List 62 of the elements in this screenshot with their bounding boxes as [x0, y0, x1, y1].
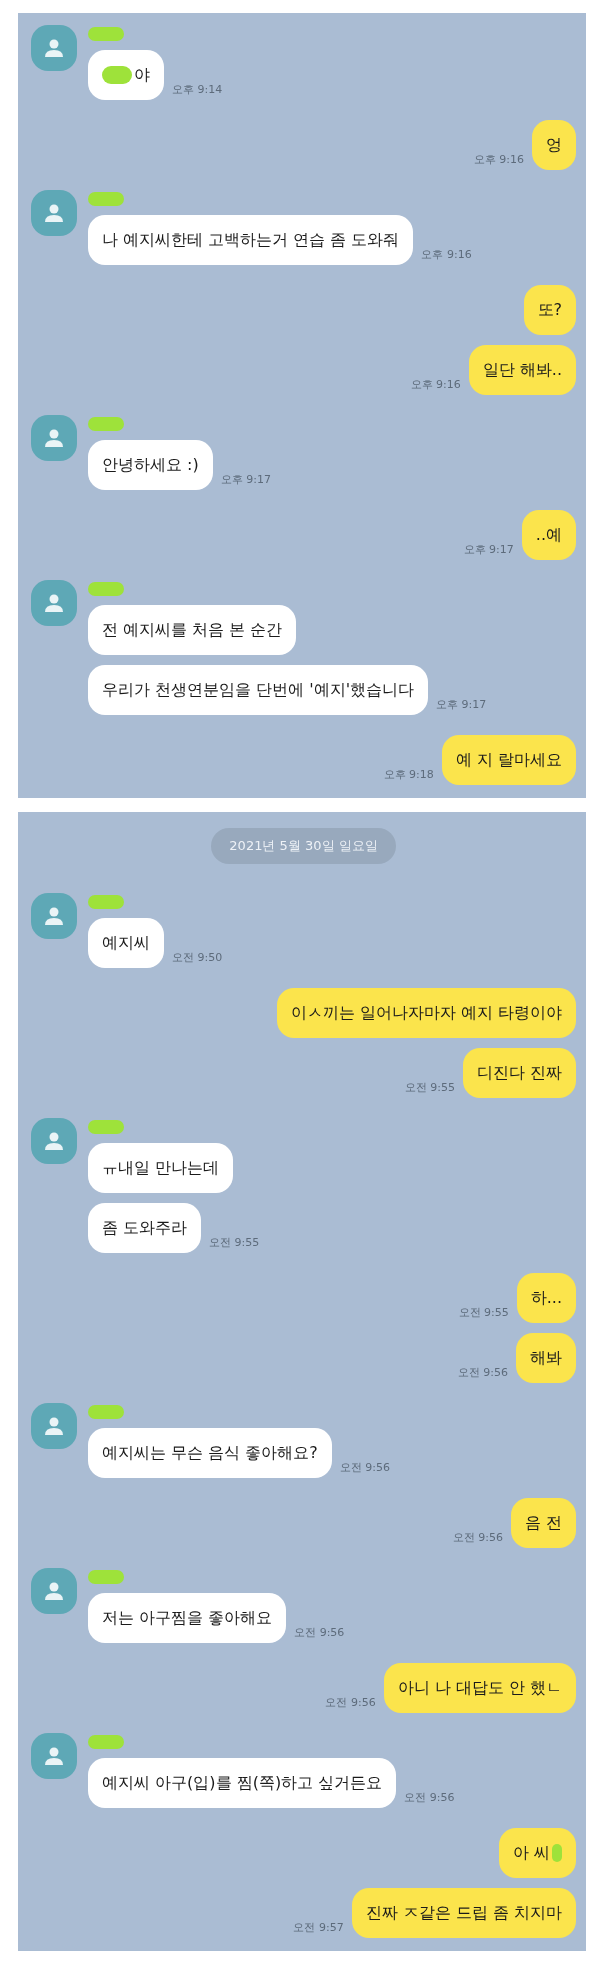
- message-time: 오전 9:57: [293, 1920, 344, 1935]
- avatar-icon[interactable]: [31, 893, 77, 939]
- message-bubble: 예지씨는 무슨 음식 좋아해요?: [88, 1428, 332, 1478]
- message-bubble: 또?: [523, 285, 576, 335]
- message-bubble: ..예: [521, 510, 576, 560]
- person-icon: [43, 427, 65, 449]
- message-bubble: 일단 해봐..: [468, 345, 576, 395]
- avatar-icon[interactable]: [31, 1733, 77, 1779]
- message-time: 오후 9:18: [383, 767, 434, 782]
- message-bubble: 해봐: [516, 1333, 576, 1383]
- message-bubble: 디진다 진짜: [462, 1048, 576, 1098]
- message-time: 오후 9:17: [436, 697, 487, 712]
- message-bubble: 하...: [516, 1273, 576, 1323]
- message-bubble: 우리가 천생연분임을 단번에 '예지'했습니다: [88, 665, 429, 715]
- message-bubble: 저는 아구찜을 좋아해요: [88, 1593, 287, 1643]
- message-bubble: 진짜 ㅈ같은 드립 좀 치지마: [351, 1888, 576, 1938]
- message-bubble: 좀 도와주라: [88, 1203, 202, 1253]
- message-bubble: 예 지 랄마세요: [441, 735, 576, 785]
- avatar-icon[interactable]: [31, 580, 77, 626]
- person-icon: [43, 37, 65, 59]
- person-icon: [43, 1745, 65, 1767]
- message-bubble: 음 전: [510, 1498, 576, 1548]
- message-time: 오전 9:55: [404, 1080, 455, 1095]
- message-bubble: 나 예지씨한테 고백하는거 연습 좀 도와줘: [88, 215, 414, 265]
- message-bubble: 이ㅅ끼는 일어나자마자 예지 타령이야: [276, 988, 576, 1038]
- message-time: 오후 9:16: [421, 247, 472, 262]
- message-bubble: 아 씨: [498, 1828, 576, 1878]
- person-icon: [43, 592, 65, 614]
- person-icon: [43, 202, 65, 224]
- person-icon: [43, 1580, 65, 1602]
- message-bubble: 예지씨: [88, 918, 164, 968]
- avatar-icon[interactable]: [31, 1568, 77, 1614]
- avatar-icon[interactable]: [31, 190, 77, 236]
- avatar-icon[interactable]: [31, 25, 77, 71]
- message-time: 오후 9:17: [220, 472, 271, 487]
- avatar-icon[interactable]: [31, 1118, 77, 1164]
- message-time: 오후 9:17: [463, 542, 514, 557]
- message-time: 오전 9:56: [339, 1460, 390, 1475]
- message-time: 오전 9:56: [457, 1365, 508, 1380]
- message-time: 오전 9:56: [325, 1695, 376, 1710]
- message-bubble: 아니 나 대답도 안 했ㄴ: [383, 1663, 576, 1713]
- message-time: 오전 9:56: [404, 1790, 455, 1805]
- person-icon: [43, 905, 65, 927]
- date-divider: 2021년 5월 30일 일요일: [211, 828, 396, 864]
- message-time: 오후 9:16: [410, 377, 461, 392]
- person-icon: [43, 1130, 65, 1152]
- avatar-icon[interactable]: [31, 415, 77, 461]
- message-time: 오전 9:56: [294, 1625, 345, 1640]
- message-time: 오전 9:56: [452, 1530, 503, 1545]
- message-bubble: 안녕하세요 :): [88, 440, 213, 490]
- message-time: 오후 9:14: [172, 82, 223, 97]
- message-time: 오후 9:16: [473, 152, 524, 167]
- message-bubble: 엉: [532, 120, 576, 170]
- message-time: 오전 9:55: [458, 1305, 509, 1320]
- message-bubble: 예지씨 아구(입)를 찜(쪽)하고 싶거든요: [88, 1758, 397, 1808]
- message-bubble: 야: [88, 50, 164, 100]
- message-time: 오전 9:55: [209, 1235, 260, 1250]
- message-bubble: 전 예지씨를 처음 본 순간: [88, 605, 297, 655]
- message-time: 오전 9:50: [172, 950, 223, 965]
- message-bubble: ㅠ내일 만나는데: [88, 1143, 234, 1193]
- avatar-icon[interactable]: [31, 1403, 77, 1449]
- person-icon: [43, 1415, 65, 1437]
